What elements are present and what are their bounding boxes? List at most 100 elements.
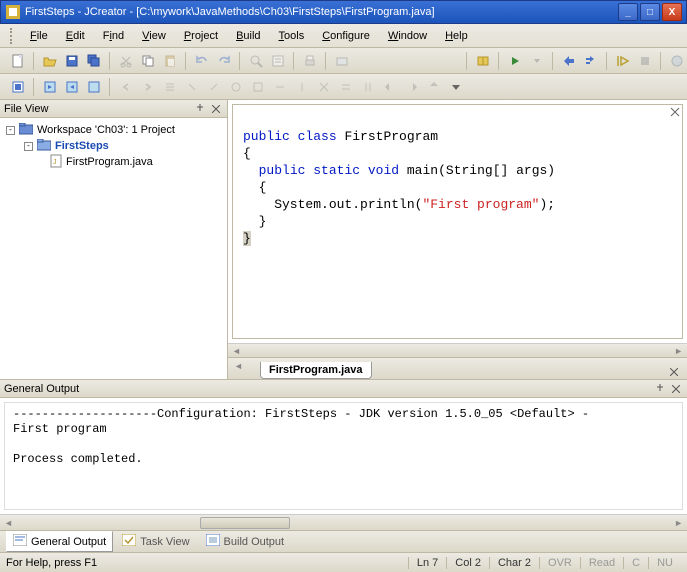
menu-window[interactable]: Window (380, 28, 435, 44)
close-button[interactable]: X (662, 3, 682, 21)
edit-11-button[interactable] (402, 77, 422, 97)
compile-button[interactable] (559, 51, 579, 71)
menubar: File Edit Find View Project Build Tools … (0, 24, 687, 48)
edit-9-button[interactable] (358, 77, 378, 97)
menubar-grip[interactable] (10, 28, 16, 44)
output-title: General Output (4, 383, 79, 395)
menu-project[interactable]: Project (176, 28, 226, 44)
output-hscroll[interactable] (0, 514, 687, 530)
tab-task-view[interactable]: Task View (115, 531, 196, 552)
edit-8-button[interactable] (336, 77, 356, 97)
tree-project[interactable]: - FirstSteps (6, 138, 221, 154)
scrollbar-thumb[interactable] (200, 517, 290, 529)
editor-close-icon[interactable] (670, 107, 680, 120)
tree-file[interactable]: J FirstProgram.java (6, 154, 221, 170)
main-split: File View - Workspace 'Ch03': 1 Project … (0, 100, 687, 380)
undo-button[interactable] (192, 51, 212, 71)
menu-file[interactable]: File (22, 28, 56, 44)
menu-build[interactable]: Build (228, 28, 268, 44)
tree-workspace[interactable]: - Workspace 'Ch03': 1 Project (6, 122, 221, 138)
code-editor[interactable]: public class FirstProgram { public stati… (232, 104, 683, 339)
find-button[interactable] (246, 51, 266, 71)
print-button[interactable] (300, 51, 320, 71)
status-help: For Help, press F1 (6, 557, 408, 569)
output-close-icon[interactable] (669, 382, 683, 396)
compile-all-button[interactable] (581, 51, 601, 71)
indent-left-button[interactable] (116, 77, 136, 97)
titlebar: FirstSteps - JCreator - [C:\mywork\JavaM… (0, 0, 687, 24)
edit-7-button[interactable] (314, 77, 334, 97)
cut-button[interactable] (116, 51, 136, 71)
edit-10-button[interactable] (380, 77, 400, 97)
findlist-button[interactable] (268, 51, 288, 71)
status-col: Col 2 (446, 557, 489, 569)
maximize-button[interactable]: □ (640, 3, 660, 21)
task-tab-icon (122, 534, 136, 549)
workspace-icon (19, 123, 33, 138)
menu-help[interactable]: Help (437, 28, 476, 44)
collapse-icon[interactable]: - (24, 142, 33, 151)
format-button[interactable] (160, 77, 180, 97)
build-tab-icon (206, 534, 220, 549)
file-view-title: File View (4, 103, 48, 115)
scroll-left-icon[interactable] (232, 345, 241, 357)
bookmark-next-button[interactable] (40, 77, 60, 97)
menu-find[interactable]: Find (95, 28, 132, 44)
edit-6-button[interactable] (292, 77, 312, 97)
save-all-button[interactable] (84, 51, 104, 71)
menu-edit[interactable]: Edit (58, 28, 93, 44)
save-button[interactable] (62, 51, 82, 71)
minimize-button[interactable]: _ (618, 3, 638, 21)
indent-right-button[interactable] (138, 77, 158, 97)
file-tree[interactable]: - Workspace 'Ch03': 1 Project - FirstSte… (0, 118, 227, 174)
bookmark-toggle-button[interactable] (8, 77, 28, 97)
pane-close-icon[interactable] (209, 102, 223, 116)
run-button[interactable] (505, 51, 525, 71)
scroll-right-icon[interactable] (670, 517, 687, 529)
tab-general-output[interactable]: General Output (6, 531, 113, 552)
run-drop-button[interactable] (527, 51, 547, 71)
output-console[interactable]: --------------------Configuration: First… (4, 402, 683, 510)
editor-tab[interactable]: FirstProgram.java (260, 362, 372, 379)
stop-button[interactable] (635, 51, 655, 71)
edit-3-button[interactable] (226, 77, 246, 97)
status-ovr: OVR (539, 557, 580, 569)
java-file-icon: J (50, 154, 62, 171)
edit-4-button[interactable] (248, 77, 268, 97)
collapse-icon[interactable]: - (6, 126, 15, 135)
new-file-button[interactable] (8, 51, 28, 71)
menu-configure[interactable]: Configure (314, 28, 378, 44)
output-tab-icon (13, 534, 27, 549)
file-label: FirstProgram.java (66, 156, 153, 168)
tab-build-output[interactable]: Build Output (199, 531, 292, 552)
toolbar-edit (0, 74, 687, 100)
open-button[interactable] (40, 51, 60, 71)
bookmark-set-button[interactable] (84, 77, 104, 97)
tab-nav-left-icon[interactable] (234, 360, 250, 376)
pin-icon[interactable] (193, 102, 207, 116)
redo-button[interactable] (214, 51, 234, 71)
copy-button[interactable] (138, 51, 158, 71)
edit-2-button[interactable] (204, 77, 224, 97)
scroll-right-icon[interactable] (674, 345, 683, 357)
scroll-left-icon[interactable] (0, 517, 17, 529)
editor-close-tab-icon[interactable] (667, 365, 681, 379)
paste-button[interactable] (160, 51, 180, 71)
window-title: FirstSteps - JCreator - [C:\mywork\JavaM… (25, 6, 618, 18)
debug-button[interactable] (613, 51, 633, 71)
edit-1-button[interactable] (182, 77, 202, 97)
status-read: Read (580, 557, 623, 569)
bookmark-prev-button[interactable] (62, 77, 82, 97)
menu-view[interactable]: View (134, 28, 174, 44)
help-button[interactable] (667, 51, 687, 71)
output-header: General Output (0, 380, 687, 398)
edit-12-button[interactable] (424, 77, 444, 97)
workspace-button[interactable] (332, 51, 352, 71)
menu-tools[interactable]: Tools (271, 28, 313, 44)
editor-hscroll[interactable] (228, 343, 687, 357)
edit-5-button[interactable] (270, 77, 290, 97)
workspace-label: Workspace 'Ch03': 1 Project (37, 124, 175, 136)
build-button[interactable] (473, 51, 493, 71)
edit-drop-button[interactable] (446, 77, 466, 97)
output-pin-icon[interactable] (653, 382, 667, 396)
